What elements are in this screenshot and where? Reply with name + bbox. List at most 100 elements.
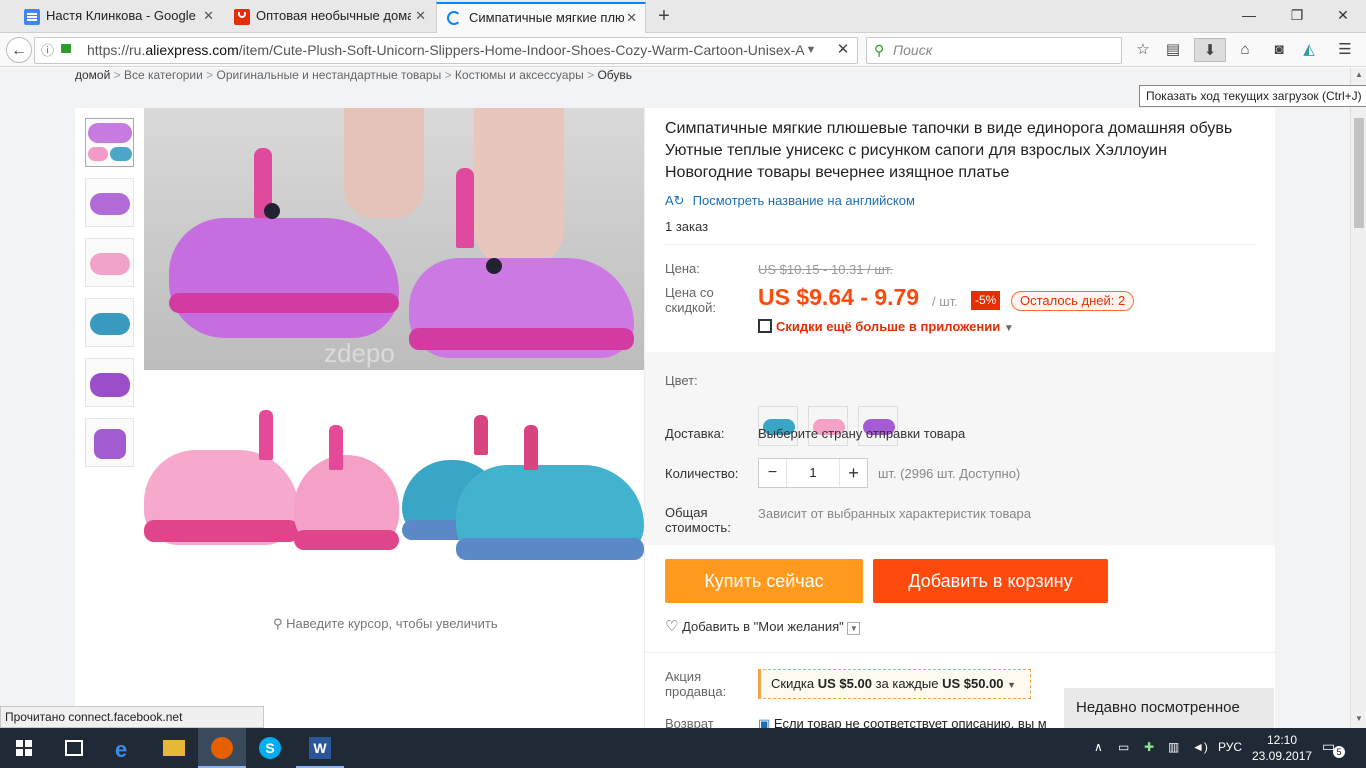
word-icon[interactable]: W [296,728,344,768]
downloads-tooltip: Показать ход текущих загрузок (Ctrl+J) [1139,85,1366,107]
scroll-up-icon[interactable]: ▲ [1355,70,1363,79]
main-product-image-bottom [144,370,644,590]
promo-amount: US $5.00 [817,676,872,691]
thumbnail-6[interactable] [85,418,134,467]
breadcrumb-costumes[interactable]: Костюмы и аксессуары [455,68,584,82]
tab-aliexpress-wholesale[interactable]: Оптовая необычные домаш ✕ [224,2,434,33]
minimize-button[interactable]: — [1226,0,1272,30]
main-product-image[interactable]: zdepo [144,108,644,370]
breadcrumb-shoes[interactable]: Обувь [597,68,632,82]
seller-promo-box[interactable]: Скидка US $5.00 за каждые US $50.00 ▼ [758,669,1031,699]
search-icon: ⚲ [874,42,885,58]
pocket-icon[interactable]: ◙ [1266,38,1292,62]
return-icon: ▣ [758,716,771,728]
menu-icon[interactable]: ☰ [1332,38,1358,62]
thumbnail-2[interactable] [85,178,134,227]
new-tab-button[interactable]: + [652,4,676,28]
quantity-plus-button[interactable]: + [839,459,867,487]
lock-icon [61,44,71,53]
breadcrumb-original-goods[interactable]: Оригинальные и нестандартные товары [217,68,442,82]
url-dropdown-icon[interactable]: ▼ [798,38,824,62]
downloads-icon[interactable]: ⬇ [1194,38,1226,62]
clock[interactable]: 12:10 23.09.2017 [1252,732,1312,764]
tab-label: Симпатичные мягкие плюш [469,10,624,25]
scroll-down-icon[interactable]: ▼ [1355,714,1363,723]
tray-expand-icon[interactable]: ∧ [1094,740,1103,754]
reading-list-icon[interactable]: ▤ [1160,38,1186,62]
url-prefix: https://ru. [87,42,146,58]
tray-app-icon[interactable]: ✚ [1144,740,1154,754]
store-icon[interactable] [50,728,98,768]
discount-label-line2: скидкой: [665,300,716,315]
aliexpress-icon [234,9,250,25]
promo-text: Скидка [771,676,815,691]
skype-icon[interactable]: S [246,728,294,768]
breadcrumb-home[interactable]: домой [75,68,110,82]
product-card: zdepo ⚲ Наведите курсор, чтобы увеличить… [75,108,1275,728]
discount-price-label: Цена со скидкой: [665,285,716,315]
clear-url-icon[interactable]: ✕ [830,38,856,62]
magnifier-icon: ⚲ [273,616,283,631]
total-label-line1: Общая [665,505,708,520]
current-price: US $9.64 - 9.79 [758,284,920,310]
edge-icon[interactable]: e [100,728,148,768]
language-indicator[interactable]: РУС [1218,740,1242,754]
sync-icon[interactable]: ◭ [1296,38,1322,62]
page-scrollbar[interactable]: ▲ ▼ [1350,68,1366,728]
page-content: домой > Все категории > Оригинальные и н… [0,68,1350,728]
buy-now-button[interactable]: Купить сейчас [665,559,863,603]
battery-icon[interactable]: ▭ [1118,740,1129,754]
wishlist-link[interactable]: ♡ Добавить в "Мои желания" ▼ [665,617,861,635]
close-tab-icon[interactable]: ✕ [203,2,214,30]
app-discount-link[interactable]: Скидки ещё больше в приложении ▼ [758,319,1014,334]
google-docs-icon [24,9,40,25]
firefox-icon[interactable] [198,728,246,768]
close-window-button[interactable]: ✕ [1320,0,1366,30]
scrollbar-thumb[interactable] [1354,118,1364,228]
tab-bar: Настя Клинкова - Google Д ✕ Оптовая необ… [0,0,1366,33]
wishlist-text: Добавить в "Мои желания" [682,619,844,634]
status-bar: Прочитано connect.facebook.net [0,706,264,728]
total-label-line2: стоимость: [665,520,731,535]
tab-label: Оптовая необычные домаш [256,8,411,23]
promo-text-2: за каждые [875,676,939,691]
search-input[interactable]: ⚲ Поиск [866,37,1122,64]
thumbnail-5[interactable] [85,358,134,407]
file-explorer-icon[interactable] [150,728,198,768]
home-icon[interactable]: ⌂ [1232,38,1258,62]
navigation-bar: ← ⓘ https://ru.aliexpress.com/item/Cute-… [0,33,1366,67]
back-button[interactable]: ← [6,37,32,63]
promo-threshold: US $50.00 [942,676,1004,691]
thumbnail-4[interactable] [85,298,134,347]
color-label: Цвет: [665,373,698,388]
close-tab-icon[interactable]: ✕ [415,2,426,30]
add-to-cart-button[interactable]: Добавить в корзину [873,559,1108,603]
thumbnail-3[interactable] [85,238,134,287]
network-icon[interactable]: ▥ [1168,740,1179,754]
quantity-input[interactable]: 1 [787,459,839,487]
quantity-minus-button[interactable]: − [759,459,787,487]
thumbnail-1[interactable] [85,118,134,167]
info-icon[interactable]: ⓘ [41,38,54,63]
divider [665,244,1255,245]
chevron-down-icon[interactable]: ▼ [847,622,861,635]
delivery-value[interactable]: Выберите страну отправки товара [758,426,965,441]
discount-label-line1: Цена со [665,285,714,300]
windows-start-icon[interactable] [0,728,48,768]
close-tab-icon[interactable]: ✕ [626,4,637,32]
recently-viewed-panel[interactable]: Недавно посмотренное [1064,688,1274,728]
notifications-icon[interactable]: ▭ 5 [1322,738,1345,758]
url-bar[interactable]: ⓘ https://ru.aliexpress.com/item/Cute-Pl… [34,37,858,64]
old-price: US $10.15 - 10.31 / шт. [758,262,893,277]
translate-link[interactable]: A↻ Посмотреть название на английском [665,193,915,209]
tab-current-product[interactable]: Симпатичные мягкие плюш ✕ [436,2,646,33]
tab-google-docs[interactable]: Настя Клинкова - Google Д ✕ [14,2,222,33]
bookmark-star-icon[interactable]: ☆ [1130,38,1156,62]
volume-icon[interactable]: ◄) [1192,740,1208,754]
restore-button[interactable]: ❐ [1274,0,1320,30]
translate-icon: A↻ [665,193,685,208]
total-value: Зависит от выбранных характеристик товар… [758,506,1031,521]
total-label: Общая стоимость: [665,505,731,535]
chevron-down-icon: ▼ [1003,323,1014,334]
breadcrumb-all-categories[interactable]: Все категории [124,68,203,82]
